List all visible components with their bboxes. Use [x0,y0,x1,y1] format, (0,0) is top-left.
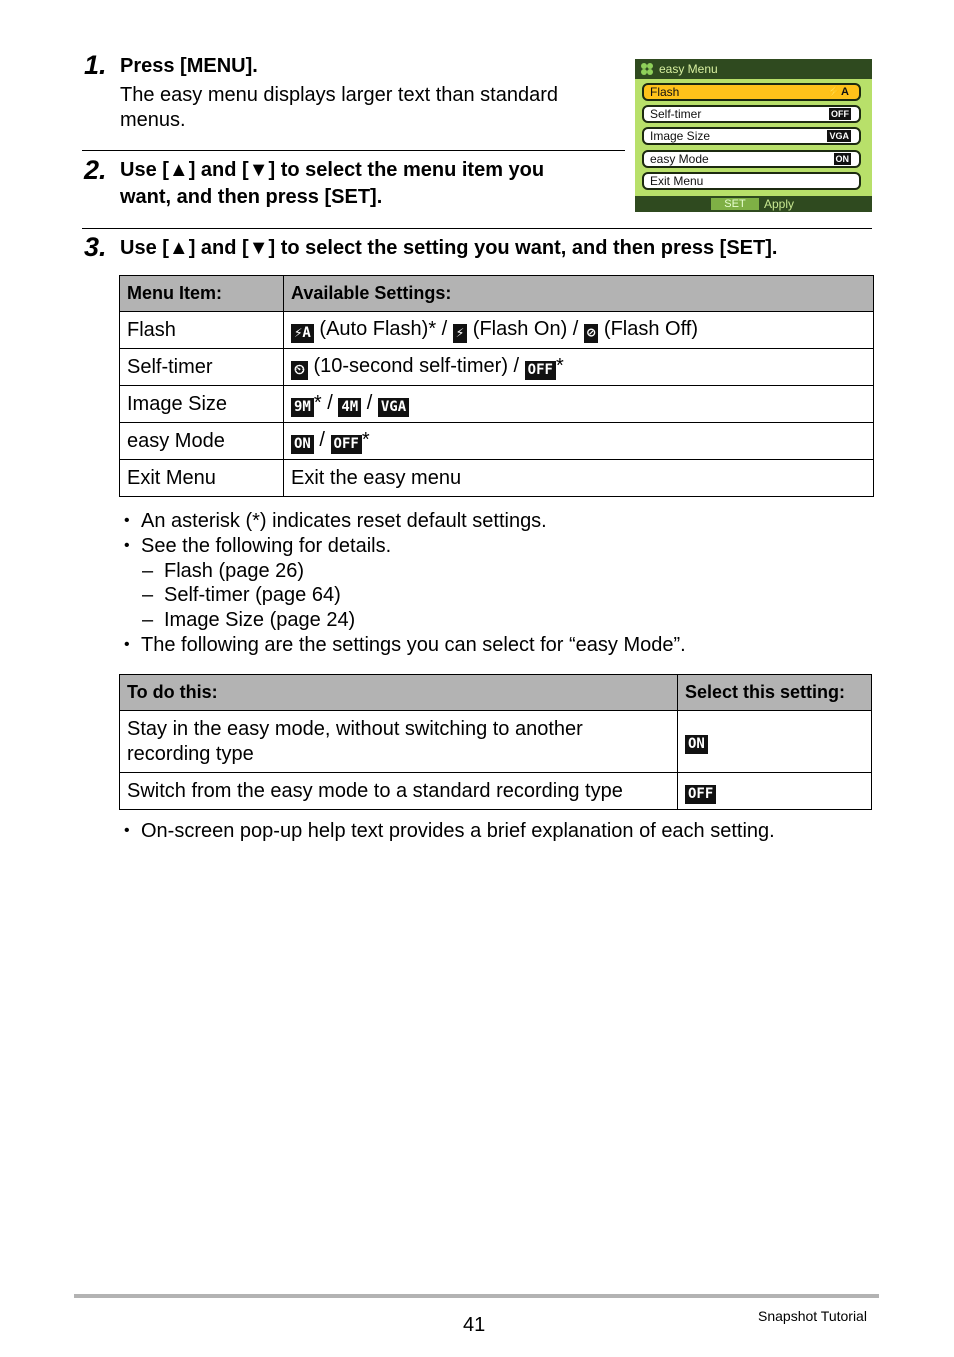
header-select-setting: Select this setting: [677,674,872,711]
note-bullet: An asterisk (*) indicates reset default … [122,509,822,534]
note-bullet: The following are the settings you can s… [122,633,822,658]
step-2-title-line1: Use [▲] and [▼] to select the menu item … [120,159,545,181]
note-bullet: See the following for details. [122,534,822,559]
settings-cell: Exit the easy menu [283,459,874,497]
table-header-row: To do this: Select this setting: [119,674,872,711]
setting-text: (10-second self-timer) / [307,354,525,377]
camera-menu-item-flash: Flash ⚡A [642,83,861,101]
self-timer-icon: ⏲ [291,360,308,380]
setting-text: * [361,428,370,451]
setting-text: (Flash On) / [467,317,584,340]
setting-text: * / [313,391,339,414]
camera-screen-easy-menu: easy Menu Flash ⚡A Self-timer OFF Image … [635,59,872,212]
notes-list: An asterisk (*) indicates reset default … [122,509,822,658]
camera-menu-item-label: Exit Menu [650,174,704,188]
vga-icon: VGA [827,130,851,142]
settings-table: Menu Item: Available Settings: Flash ⚡A … [119,275,874,497]
settings-cell: ⏲ (10-second self-timer) / OFF * [283,348,874,386]
setting-text: / [361,391,378,414]
header-available-settings: Available Settings: [283,275,874,312]
set-key-label: SET [711,198,759,210]
note-subitem-image-size: Image Size (page 24) [122,608,822,633]
table-row: Switch from the easy mode to a standard … [119,772,872,810]
camera-menu-item-label: Flash [650,85,680,99]
step-1-title: Press [MENU]. [120,55,258,77]
easy-mode-table: To do this: Select this setting: Stay in… [119,674,872,810]
table-row: Self-timer ⏲ (10-second self-timer) / OF… [119,348,874,386]
flash-on-icon: ⚡ [452,323,468,343]
camera-menu-item-exit-menu: Exit Menu [642,172,861,190]
menu-item-cell: Image Size [119,385,284,423]
step-2-number: 2. [84,155,107,185]
off-icon: OFF [524,360,556,380]
camera-screen-title: easy Menu [659,62,718,76]
menu-item-cell: Flash [119,311,284,349]
auto-flash-icon: ⚡A [291,323,314,343]
settings-cell: ON / OFF * [283,422,874,460]
off-icon: OFF [829,108,851,120]
section-name: Snapshot Tutorial [758,1308,867,1324]
camera-menu-item-image-size: Image Size VGA [642,127,861,145]
4m-icon: 4M [338,397,362,417]
step-3-title: Use [▲] and [▼] to select the setting yo… [120,237,778,259]
flash-off-icon: ⊘ [583,323,599,343]
menu-item-cell: Self-timer [119,348,284,386]
page-number: 41 [463,1314,486,1336]
camera-menu-item-label: Image Size [650,129,711,143]
9m-icon: 9M [291,397,314,417]
table-row: Exit Menu Exit the easy menu [119,459,874,497]
header-menu-item: Menu Item: [119,275,284,312]
off-icon: OFF [685,784,717,804]
action-text: recording type [127,742,254,765]
on-icon: ON [833,153,851,165]
action-cell: Stay in the easy mode, without switching… [119,710,678,773]
vga-icon: VGA [377,397,410,417]
clover-icon [641,63,653,75]
setting-cell: OFF [677,772,872,810]
step-1-number: 1. [84,50,107,80]
settings-cell: 9M * / 4M / VGA [283,385,874,423]
camera-menu-item-label: easy Mode [650,152,709,166]
setting-cell: ON [677,710,872,773]
note-subitem-self-timer: Self-timer (page 64) [122,583,822,608]
step-3-number: 3. [84,232,107,262]
camera-menu-item-easy-mode: easy Mode ON [642,150,861,168]
setting-text: / [313,428,331,451]
header-to-do-this: To do this: [119,674,678,711]
note-subitem-flash: Flash (page 26) [122,559,822,584]
divider [82,150,625,151]
menu-item-cell: easy Mode [119,422,284,460]
camera-screen-header: easy Menu [635,59,872,79]
menu-item-cell: Exit Menu [119,459,284,497]
setting-text: (Auto Flash)* / [313,317,453,340]
auto-flash-icon: ⚡A [827,86,849,98]
setting-text: * [555,354,564,377]
camera-menu-item-self-timer: Self-timer OFF [642,105,861,123]
footer-rule [74,1294,879,1298]
note-bullet: On-screen pop-up help text provides a br… [122,819,882,844]
step-2-title-line2: want, and then press [SET]. [120,186,383,208]
apply-label: Apply [764,197,795,211]
table-header-row: Menu Item: Available Settings: [119,275,874,312]
setting-text: (Flash Off) [598,317,699,340]
settings-cell: ⚡A (Auto Flash)* / ⚡ (Flash On) / ⊘ (Fla… [283,311,874,349]
table-row: Stay in the easy mode, without switching… [119,710,872,773]
final-note-list: On-screen pop-up help text provides a br… [122,819,882,844]
step-1-body: The easy menu displays larger text than … [120,84,559,131]
off-icon: OFF [330,434,362,454]
divider [82,228,872,229]
camera-screen-footer: SET Apply [635,196,872,212]
camera-menu-item-label: Self-timer [650,107,702,121]
table-row: Flash ⚡A (Auto Flash)* / ⚡ (Flash On) / … [119,311,874,349]
on-icon: ON [291,434,314,454]
table-row: easy Mode ON / OFF * [119,422,874,460]
action-cell: Switch from the easy mode to a standard … [119,772,678,810]
action-text: Stay in the easy mode, without switching… [127,717,583,740]
table-row: Image Size 9M * / 4M / VGA [119,385,874,423]
on-icon: ON [685,735,708,754]
